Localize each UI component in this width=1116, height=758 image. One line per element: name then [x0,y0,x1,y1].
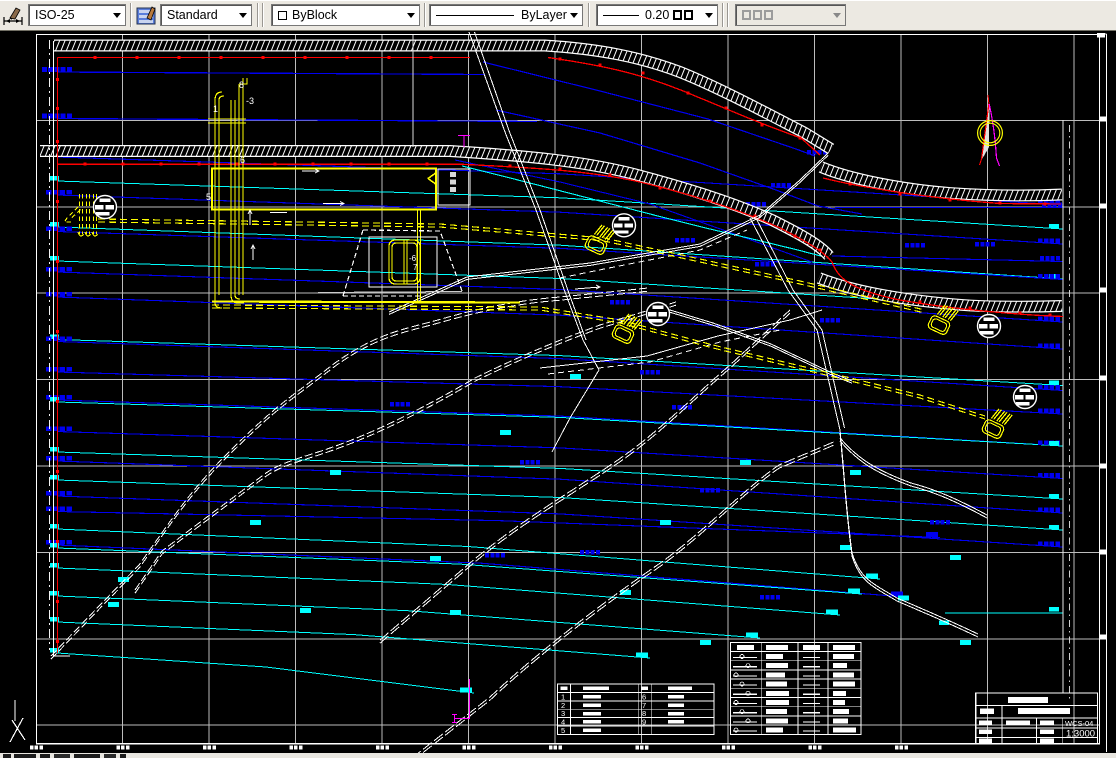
svg-text:9: 9 [642,718,646,727]
svg-text:-3: -3 [246,96,254,106]
svg-text:6: 6 [240,155,245,165]
svg-text:5: 5 [206,192,211,202]
svg-text:-6: -6 [409,254,417,263]
svg-text:7: 7 [413,263,418,272]
svg-text:WCS-04: WCS-04 [1065,719,1093,728]
svg-text:1: 1 [213,104,218,114]
svg-text:1:3000: 1:3000 [1066,729,1095,740]
svg-text:5: 5 [561,726,565,735]
svg-text:8: 8 [239,80,244,90]
